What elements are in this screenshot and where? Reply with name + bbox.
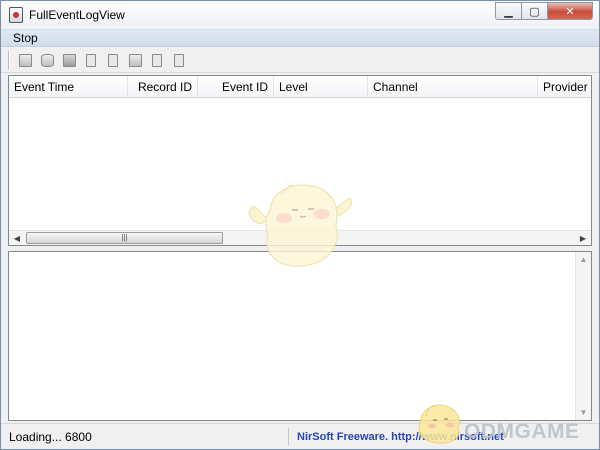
event-detail-pane[interactable]: ▲ ▼ bbox=[8, 251, 592, 421]
column-provider[interactable]: Provider bbox=[538, 76, 591, 97]
toolbar-separator bbox=[8, 51, 10, 70]
minimize-icon: ▁ bbox=[504, 5, 513, 18]
maximize-icon: ▢ bbox=[529, 5, 540, 18]
report-icon bbox=[86, 54, 96, 67]
title-bar[interactable]: FullEventLogView ▁ ▢ ✕ bbox=[1, 1, 599, 30]
minimize-button[interactable]: ▁ bbox=[495, 2, 521, 20]
scroll-right-icon[interactable]: ▶ bbox=[575, 231, 591, 246]
find-button[interactable] bbox=[147, 51, 167, 70]
close-icon: ✕ bbox=[565, 5, 575, 18]
status-loading: Loading... 6800 bbox=[9, 428, 289, 446]
menu-bar: Stop bbox=[1, 30, 599, 47]
toolbar bbox=[1, 48, 599, 73]
database-button[interactable] bbox=[37, 51, 57, 70]
window-controls: ▁ ▢ ✕ bbox=[495, 2, 593, 20]
window-title: FullEventLogView bbox=[29, 8, 125, 22]
column-event-id[interactable]: Event ID bbox=[198, 76, 274, 97]
close-button[interactable]: ✕ bbox=[547, 2, 593, 20]
column-channel[interactable]: Channel bbox=[368, 76, 538, 97]
column-level[interactable]: Level bbox=[274, 76, 368, 97]
report-button[interactable] bbox=[81, 51, 101, 70]
mascot-watermark-icon bbox=[248, 184, 352, 267]
scrollbar-thumb[interactable]: ||| bbox=[26, 232, 223, 244]
properties-icon bbox=[18, 54, 32, 67]
list-header: Event Time Record ID Event ID Level Chan… bbox=[9, 76, 591, 98]
watermark-text: ODMGAME bbox=[464, 420, 580, 443]
scroll-left-icon[interactable]: ◀ bbox=[9, 231, 25, 246]
column-record-id[interactable]: Record ID bbox=[128, 76, 198, 97]
database-icon bbox=[40, 54, 54, 67]
copy-button[interactable] bbox=[103, 51, 123, 70]
app-icon bbox=[9, 7, 23, 23]
open-icon bbox=[128, 54, 142, 67]
properties-button[interactable] bbox=[15, 51, 35, 70]
exit-icon bbox=[174, 54, 184, 67]
copy-icon bbox=[108, 54, 118, 67]
scroll-up-icon[interactable]: ▲ bbox=[576, 252, 591, 267]
column-event-time[interactable]: Event Time bbox=[9, 76, 128, 97]
maximize-button[interactable]: ▢ bbox=[521, 2, 547, 20]
vertical-scrollbar[interactable]: ▲ ▼ bbox=[575, 252, 591, 420]
find-icon bbox=[152, 54, 162, 67]
open-button[interactable] bbox=[125, 51, 145, 70]
menu-item-stop[interactable]: Stop bbox=[7, 31, 44, 46]
exit-button[interactable] bbox=[169, 51, 189, 70]
save-button[interactable] bbox=[59, 51, 79, 70]
save-icon bbox=[62, 54, 76, 67]
